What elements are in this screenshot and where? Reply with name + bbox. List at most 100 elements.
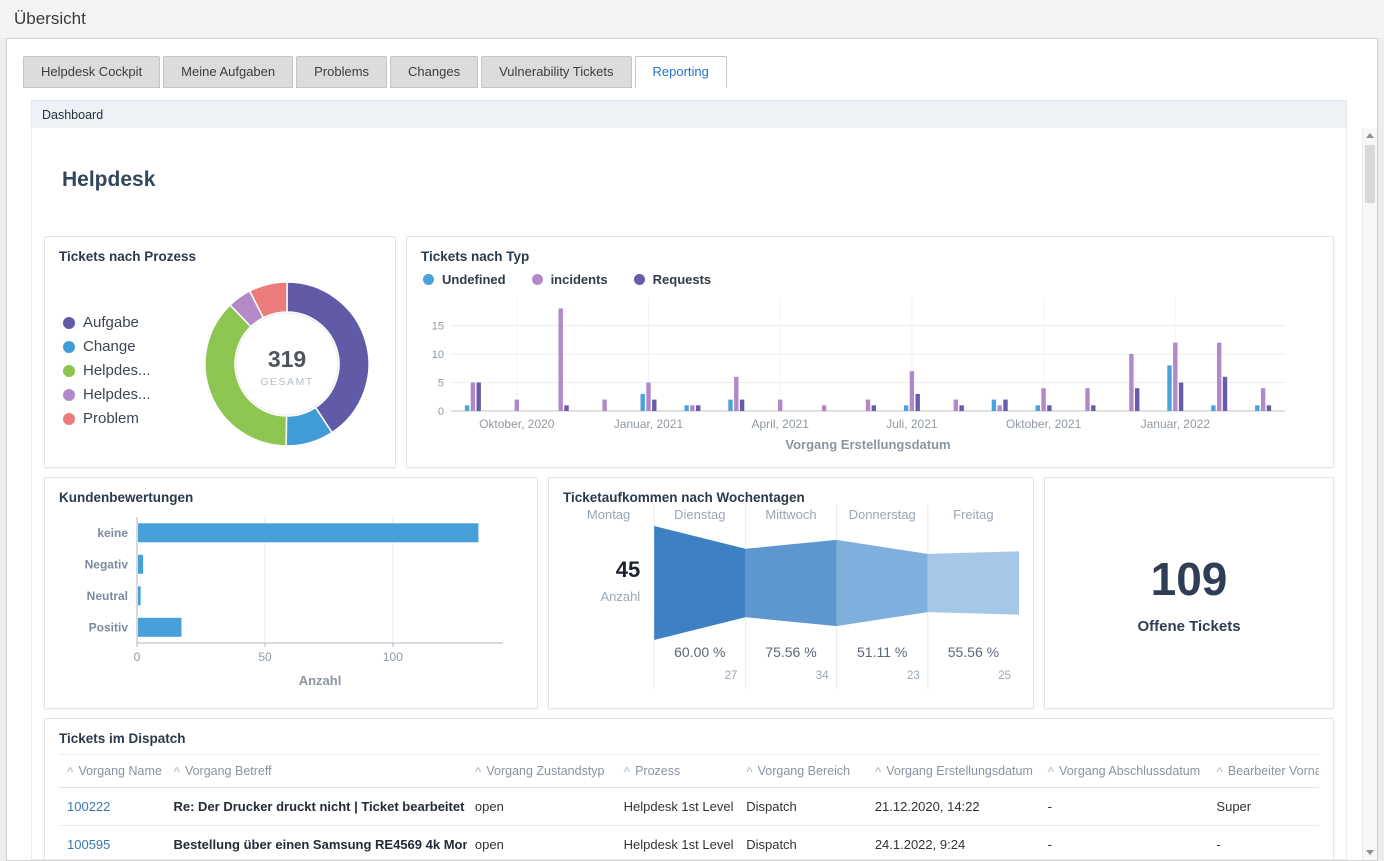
column-header-vorgang-name[interactable]: ^ Vorgang Name (59, 754, 166, 788)
table-row[interactable]: 100595 Bestellung über einen Samsung RE45… (59, 825, 1319, 859)
legend-item-requests[interactable]: Requests (633, 272, 711, 287)
legend-dot-icon (633, 274, 645, 285)
tab-problems[interactable]: Problems (296, 56, 388, 88)
weekday-funnel-card: Ticketaufkommen nach Wochentagen Montag D… (548, 477, 1034, 709)
legend-dot-icon (63, 316, 75, 329)
bar-chart[interactable]: 0 5 10 15 Oktober, 2020 Januar, 2021 April, 20… (421, 291, 1319, 460)
tab-meine-aufgaben[interactable]: Meine Aufgaben (163, 56, 294, 88)
svg-text:Juli, 2021: Juli, 2021 (886, 417, 938, 431)
scroll-up-button[interactable] (1363, 128, 1377, 143)
breadcrumb-label: Dashboard (42, 108, 104, 122)
donut-legend: Aufgabe Change Helpdes... Helpdes... Problem (59, 264, 151, 427)
sort-caret-icon: ^ (874, 766, 882, 778)
column-header-bearbeiter-vorna[interactable]: ^ Bearbeiter Vorna (1208, 754, 1319, 788)
tab-changes[interactable]: Changes (390, 56, 479, 88)
weekday-funnel-chart[interactable]: Montag Dienstag Mittwoch Donnerstag Freitag 4… (563, 505, 1019, 694)
column-header-vorgang-betreff[interactable]: ^ Vorgang Betreff (165, 754, 467, 788)
funnel-svg: Montag Dienstag Mittwoch Donnerstag Freitag 4… (587, 505, 1019, 689)
legend-label: Helpdes... (83, 362, 151, 379)
legend-item-incidents[interactable]: incidents (531, 272, 608, 287)
table-cell: open (466, 825, 616, 859)
svg-text:Positiv: Positiv (89, 620, 129, 634)
tickets-by-type-card: Tickets nach Typ Undefined incidents Reque… (406, 236, 1334, 468)
card-title: Tickets im Dispatch (59, 731, 186, 746)
legend-label: Aufgabe (83, 314, 139, 331)
window-title-text: Übersicht (14, 9, 86, 28)
svg-text:Dienstag: Dienstag (674, 507, 725, 522)
legend-item-problem[interactable]: Problem (63, 410, 151, 427)
svg-text:60.00 %: 60.00 % (674, 644, 725, 660)
svg-text:Oktober, 2021: Oktober, 2021 (1006, 417, 1082, 431)
customer-ratings-card: Kundenbewertungen 0 50 100 keine Negativ Neut… (44, 477, 538, 709)
svg-text:April, 2021: April, 2021 (752, 417, 810, 431)
sort-caret-icon: ^ (1047, 766, 1055, 778)
legend-item-undefined[interactable]: Undefined (423, 272, 506, 287)
svg-text:Januar, 2022: Januar, 2022 (1141, 417, 1211, 431)
column-header-vorgang-erstellungsdatum[interactable]: ^ Vorgang Erstellungsdatum (866, 754, 1040, 788)
open-tickets-kpi-card: 109 Offene Tickets (1044, 477, 1334, 709)
card-title: Kundenbewertungen (59, 490, 194, 505)
legend-item-helpdes[interactable]: Helpdes... (63, 362, 151, 379)
legend-item-aufgabe[interactable]: Aufgabe (63, 314, 151, 331)
scrollbar-thumb[interactable] (1365, 145, 1375, 203)
kpi-label: Offene Tickets (1137, 617, 1241, 635)
tab-helpdesk-cockpit[interactable]: Helpdesk Cockpit (23, 56, 161, 88)
ticket-link[interactable]: 100595 (59, 825, 166, 859)
legend-item-change[interactable]: Change (63, 338, 151, 355)
main-panel: Helpdesk Cockpit Meine Aufgaben Problems Ch… (6, 38, 1378, 861)
legend-label: Undefined (442, 272, 506, 287)
svg-text:keine: keine (97, 526, 128, 540)
breadcrumb: Dashboard (31, 100, 1347, 130)
ratings-bar-chart[interactable]: 0 50 100 keine Negativ Neutral Positiv Anzahl (59, 505, 523, 696)
dashboard-row-1: Tickets nach Prozess Aufgabe Change Helpde… (44, 236, 1334, 468)
column-header-prozess[interactable]: ^ Prozess (615, 754, 739, 788)
svg-text:Donnerstag: Donnerstag (849, 507, 916, 522)
sort-caret-icon: ^ (1216, 766, 1223, 778)
table-header-row: ^ Vorgang Name ^ Vorgang Betreff ^ Vorgang Zu… (59, 754, 1319, 788)
svg-text:Negativ: Negativ (85, 557, 129, 571)
column-header-vorgang-zustandstyp[interactable]: ^ Vorgang Zustandstyp (466, 754, 616, 788)
table-cell: Re: Der Drucker druckt nicht | Ticket be… (165, 787, 467, 826)
column-header-vorgang-abschlussdatum[interactable]: ^ Vorgang Abschlussdatum (1039, 754, 1209, 788)
svg-text:10: 10 (432, 349, 444, 361)
table-cell: - (1039, 825, 1209, 859)
tickets-by-process-card: Tickets nach Prozess Aufgabe Change Helpde… (44, 236, 396, 468)
table-cell: Super (1208, 787, 1319, 826)
legend-label: Change (83, 338, 136, 355)
dashboard-row-2: Kundenbewertungen 0 50 100 keine Negativ Neut… (44, 477, 1334, 709)
column-header-vorgang-bereich[interactable]: ^ Vorgang Bereich (738, 754, 867, 788)
svg-text:5: 5 (438, 378, 444, 390)
svg-text:319: 319 (268, 346, 306, 372)
ticket-link[interactable]: 100222 (59, 787, 166, 826)
svg-text:Vorgang Erstellungsdatum: Vorgang Erstellungsdatum (785, 437, 950, 452)
svg-text:0: 0 (134, 650, 141, 664)
scroll-down-button[interactable] (1363, 845, 1377, 860)
svg-text:55.56 %: 55.56 % (948, 644, 999, 660)
donut-chart[interactable]: 319 GESAMT (201, 278, 373, 455)
svg-text:15: 15 (432, 321, 444, 333)
svg-text:Mittwoch: Mittwoch (765, 507, 816, 522)
table-cell: Helpdesk 1st Level (615, 825, 739, 859)
svg-text:Freitag: Freitag (953, 507, 993, 522)
table-cell: Dispatch (738, 825, 867, 859)
table-cell: Dispatch (738, 787, 867, 826)
svg-text:Neutral: Neutral (87, 589, 128, 603)
hbar-svg: 0 50 100 keine Negativ Neutral Positiv Anzahl (85, 517, 503, 688)
table-cell: open (466, 787, 616, 826)
table-cell: - (1039, 787, 1209, 826)
dashboard-row-3: Tickets im Dispatch ^ Vorgang Name ^ Vorgan… (44, 718, 1334, 859)
sort-caret-icon: ^ (474, 766, 482, 778)
arrow-down-icon (1366, 850, 1374, 855)
legend-dot-icon (531, 274, 543, 285)
tab-vulnerability-tickets[interactable]: Vulnerability Tickets (481, 56, 632, 88)
svg-text:Anzahl: Anzahl (600, 589, 640, 604)
kpi-value: 109 (1150, 552, 1228, 605)
tab-reporting[interactable]: Reporting (634, 56, 727, 88)
vertical-scrollbar[interactable] (1362, 128, 1377, 860)
svg-text:27: 27 (725, 670, 738, 682)
table-row[interactable]: 100222 Re: Der Drucker druckt nicht | Tic… (59, 787, 1319, 826)
svg-text:GESAMT: GESAMT (260, 376, 313, 388)
legend-item-helpdes[interactable]: Helpdes... (63, 386, 151, 403)
arrow-up-icon (1366, 133, 1374, 138)
svg-text:75.56 %: 75.56 % (765, 644, 816, 660)
